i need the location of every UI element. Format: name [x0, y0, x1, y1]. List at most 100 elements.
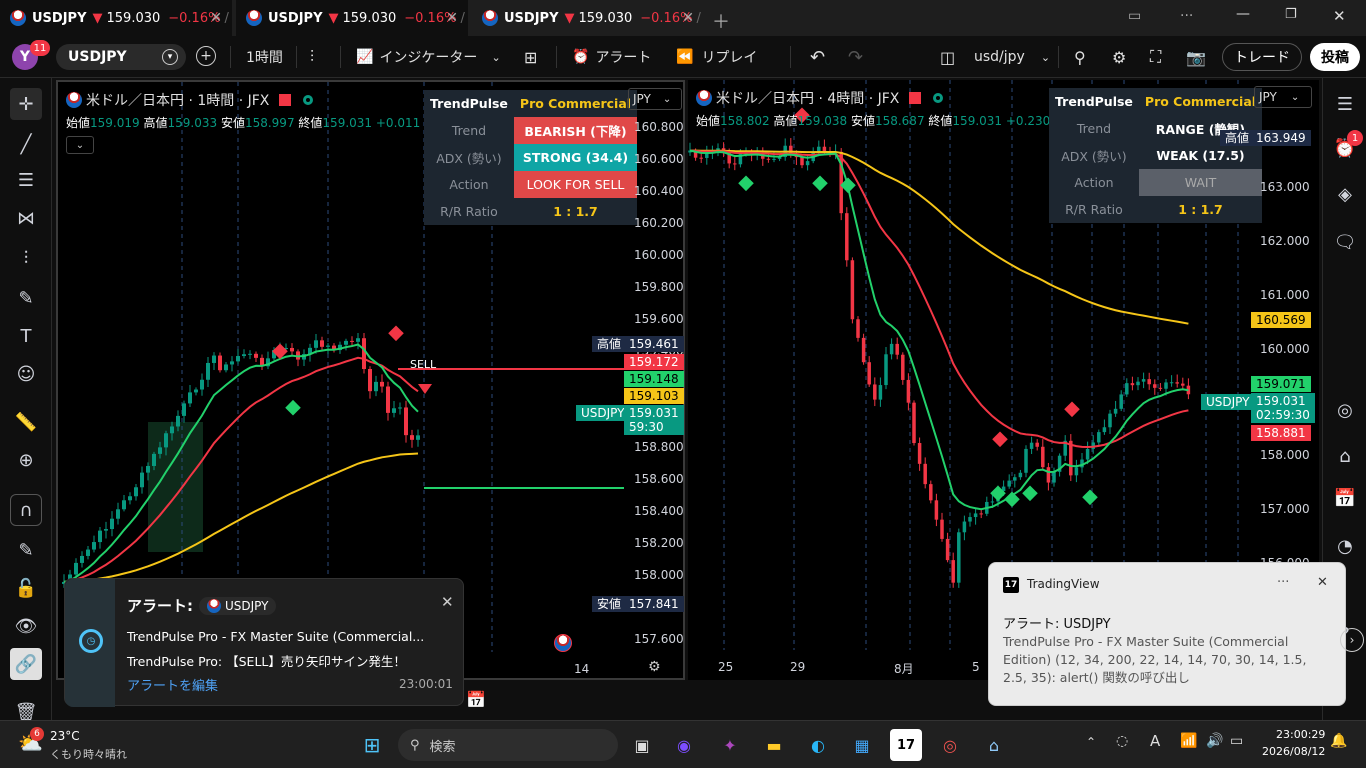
minimize-icon[interactable]: —	[1236, 6, 1250, 22]
tab-usdjpy-1[interactable]: USDJPY ▼ 159.030 −0.16% / ✕	[0, 0, 232, 36]
ideas-icon[interactable]: ⌂	[1329, 440, 1361, 472]
notification-bell-icon[interactable]: 🔔	[1330, 733, 1347, 749]
stream-icon[interactable]: ◔	[1329, 530, 1361, 562]
candle-body	[176, 415, 180, 427]
layers-icon[interactable]: ◈	[1329, 178, 1361, 210]
tradingview-taskbar-icon[interactable]: 17	[890, 729, 922, 761]
candle-body	[344, 340, 348, 345]
replay-button[interactable]: ⏪ リプレイ	[676, 43, 757, 71]
explorer-icon[interactable]: ▬	[758, 729, 790, 761]
edge-icon[interactable]: ◐	[802, 729, 834, 761]
candle-type-icon[interactable]: ⫶	[310, 43, 314, 71]
candle-body	[772, 158, 776, 160]
redo-icon[interactable]: ↷	[848, 43, 863, 71]
layout-split-icon[interactable]: ◫	[940, 43, 955, 71]
gauge-icon[interactable]: ◎	[1329, 394, 1361, 426]
more-icon[interactable]: ···	[1180, 8, 1193, 24]
pattern-icon[interactable]: ⋈	[10, 202, 42, 234]
store-icon[interactable]: ▦	[846, 729, 878, 761]
currency-select[interactable]: JPY ⌄	[1254, 86, 1312, 108]
windows-toast[interactable]: 17 TradingView ··· ✕ アラート: USDJPY TrendP…	[988, 562, 1346, 706]
wifi-icon[interactable]: 📶	[1180, 733, 1197, 749]
undo-icon[interactable]: ↶	[810, 43, 825, 71]
edit-alert-link[interactable]: アラートを編集	[127, 675, 218, 694]
volume-icon[interactable]: 🔊	[1206, 733, 1223, 749]
collapse-legend-icon[interactable]: ⌄	[66, 136, 94, 154]
candle-body	[170, 426, 174, 434]
ohlc-legend: 始値159.019 高値159.033 安値158.997 終値159.031 …	[66, 116, 482, 130]
candle-body	[236, 356, 240, 362]
quick-search-icon[interactable]: ⚲	[1074, 43, 1086, 71]
trade-button[interactable]: トレード	[1222, 43, 1302, 71]
chrome-icon[interactable]: ◎	[934, 729, 966, 761]
taskbar-search[interactable]: ⚲ 検索	[398, 729, 618, 761]
us-event-icon[interactable]	[554, 634, 572, 652]
crosshair-icon[interactable]: ✛	[10, 88, 42, 120]
tray-expand-icon[interactable]: ⌃	[1086, 735, 1096, 749]
time-axis-label: 5	[972, 660, 980, 674]
windows-start-icon[interactable]: ⊞	[356, 729, 388, 761]
emoji-icon[interactable]: ☺	[10, 358, 42, 390]
brush-icon[interactable]: ✎	[10, 282, 42, 314]
scroll-right-icon[interactable]: ›	[1340, 628, 1364, 652]
camera-icon[interactable]: 📷	[1186, 43, 1206, 71]
fullscreen-icon[interactable]: ⛶	[1150, 43, 1161, 71]
alert-button[interactable]: ⏰ アラート	[572, 43, 651, 71]
lock-drawing-icon[interactable]: ✎	[10, 534, 42, 566]
battery-icon[interactable]: ▭	[1230, 733, 1243, 749]
symbol-search[interactable]: USDJPY ▾	[56, 44, 186, 70]
magnet-icon[interactable]: ∩	[10, 494, 42, 526]
zoom-icon[interactable]: ⊕	[10, 444, 42, 476]
close-tab-icon[interactable]: ✕	[210, 10, 222, 26]
trendline-icon[interactable]: ╱	[10, 128, 42, 160]
app-icon[interactable]: ⌂	[978, 729, 1010, 761]
candle-body	[362, 338, 366, 370]
candle-body	[884, 354, 888, 386]
toast-close-icon[interactable]: ✕	[1317, 575, 1328, 590]
close-window-icon[interactable]: ✕	[1333, 7, 1346, 25]
fib-icon[interactable]: ☰	[10, 164, 42, 196]
toast-more-icon[interactable]: ···	[1277, 575, 1289, 590]
candle-body	[1136, 381, 1140, 386]
text-icon[interactable]: T	[10, 320, 42, 352]
tab-usdjpy-3[interactable]: USDJPY ▼ 159.030 −0.16% / ✕	[472, 0, 704, 36]
forecast-icon[interactable]: ⫶	[10, 242, 42, 274]
close-tab-icon[interactable]: ✕	[682, 10, 694, 26]
close-tab-icon[interactable]: ✕	[446, 10, 458, 26]
monitor-icon[interactable]: ▭	[1128, 8, 1141, 24]
ruler-icon[interactable]: 📏	[10, 406, 42, 438]
indicators-button[interactable]: 📈 インジケーター ⌄	[356, 43, 501, 71]
tab-price: 159.030	[578, 10, 633, 26]
eye-icon[interactable]: 👁	[10, 610, 42, 642]
search-icon: ⚲	[410, 737, 420, 753]
new-tab-icon[interactable]: ＋	[712, 8, 730, 34]
link-icon[interactable]: 🔗	[10, 648, 42, 680]
candle-body	[957, 532, 961, 583]
chat-icon[interactable]: 🗨	[1329, 226, 1361, 258]
chart-settings-icon[interactable]: ⚙	[648, 659, 661, 675]
candle-body	[398, 407, 402, 409]
add-symbol-icon[interactable]: +	[196, 46, 216, 66]
tab-usdjpy-2[interactable]: USDJPY ▼ 159.030 −0.16% / ✕	[236, 0, 468, 36]
close-alert-icon[interactable]: ✕	[441, 593, 454, 611]
meet-icon[interactable]: ◉	[668, 729, 700, 761]
ime-icon[interactable]: A	[1150, 732, 1160, 750]
tray-app-icon[interactable]: ◌	[1116, 733, 1128, 749]
watchlist-icon[interactable]: ☰	[1329, 88, 1361, 120]
publish-button[interactable]: 投稿	[1310, 43, 1360, 71]
currency-select[interactable]: JPY ⌄	[628, 88, 682, 110]
task-view-icon[interactable]: ▣	[626, 729, 658, 761]
interval-button[interactable]: 1時間	[246, 43, 283, 71]
layout-name[interactable]: usd/jpy ⌄	[974, 43, 1050, 71]
tab-price: 159.030	[106, 10, 161, 26]
settings-icon[interactable]: ⚙	[1112, 43, 1126, 71]
layout-grid-icon[interactable]: ⊞	[524, 43, 537, 71]
lock-icon[interactable]: 🔓	[10, 572, 42, 604]
buy-diamond	[1082, 489, 1098, 506]
date-range-icon[interactable]: 📅	[466, 690, 486, 709]
low-tag: 157.841	[624, 596, 684, 612]
calendar-icon[interactable]: 📅	[1329, 482, 1361, 514]
maximize-icon[interactable]: ❐	[1285, 7, 1297, 22]
price-tag: 159.031 59:30	[624, 405, 684, 435]
copilot-icon[interactable]: ✦	[714, 729, 746, 761]
